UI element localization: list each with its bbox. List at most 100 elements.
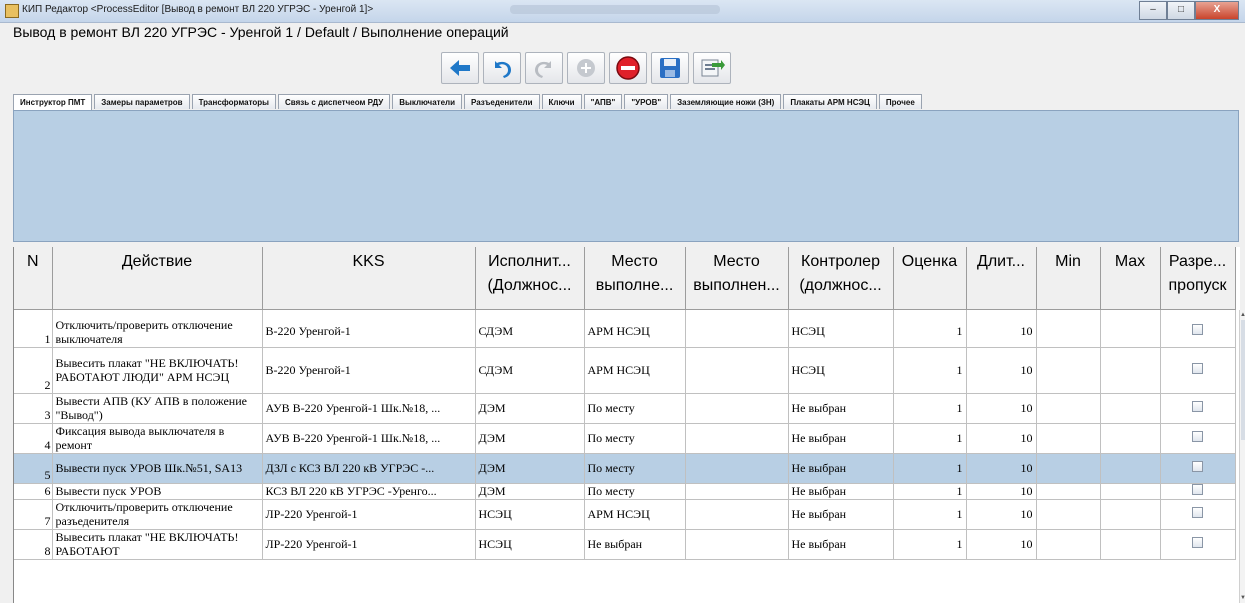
cell-score[interactable]: 1 bbox=[893, 499, 967, 530]
tab-keys[interactable]: Ключи bbox=[541, 94, 582, 109]
table-row[interactable]: 2 Вывесить плакат "НЕ ВКЛЮЧАТЬ! РАБОТАЮТ … bbox=[14, 347, 1236, 394]
column-header-min[interactable]: Min bbox=[1036, 247, 1101, 310]
table-row[interactable]: 7 Отключить/проверить отключение разъеден… bbox=[14, 499, 1236, 530]
tab-other[interactable]: Прочее bbox=[878, 94, 922, 109]
maximize-button[interactable]: □ bbox=[1167, 1, 1195, 20]
cell-kks[interactable]: В-220 Уренгой-1 bbox=[262, 347, 476, 394]
cell-action[interactable]: Фиксация вывода выключателя в ремонт bbox=[52, 423, 263, 454]
cell-place1[interactable]: По месту bbox=[584, 393, 686, 424]
cell-n[interactable]: 8 bbox=[14, 529, 53, 560]
allow-skip-checkbox[interactable] bbox=[1192, 460, 1203, 472]
cell-place1[interactable]: По месту bbox=[584, 423, 686, 454]
table-row[interactable]: 1 Отключить/проверить отключение выключат… bbox=[14, 317, 1236, 348]
column-header-kks[interactable]: KKS bbox=[262, 247, 476, 310]
tab-measurements[interactable]: Замеры параметров bbox=[94, 94, 190, 109]
cell-score[interactable]: 1 bbox=[893, 453, 967, 484]
cell-controller[interactable]: Не выбран bbox=[788, 483, 894, 500]
cell-min[interactable] bbox=[1036, 317, 1101, 348]
cell-kks[interactable]: ДЗЛ с КСЗ ВЛ 220 кВ УГРЭС -... bbox=[262, 453, 476, 484]
cell-controller[interactable]: НСЭЦ bbox=[788, 347, 894, 394]
cell-n[interactable]: 4 bbox=[14, 423, 53, 454]
cell-kks[interactable]: КСЗ ВЛ 220 кВ УГРЭС -Уренго... bbox=[262, 483, 476, 500]
cell-score[interactable]: 1 bbox=[893, 347, 967, 394]
cell-n[interactable]: 2 bbox=[14, 347, 53, 394]
redo-button[interactable] bbox=[525, 52, 563, 84]
cell-executor[interactable]: ДЭМ bbox=[475, 393, 585, 424]
table-row[interactable]: 8 Вывесить плакат "НЕ ВКЛЮЧАТЬ! РАБОТАЮТ Л… bbox=[14, 529, 1236, 560]
cell-action[interactable]: Вывесить плакат "НЕ ВКЛЮЧАТЬ! РАБОТАЮТ Л… bbox=[52, 347, 263, 394]
cell-kks[interactable]: АУВ В-220 Уренгой-1 Шк.№18, ... bbox=[262, 423, 476, 454]
cell-executor[interactable]: ДЭМ bbox=[475, 453, 585, 484]
cell-max[interactable] bbox=[1100, 483, 1161, 500]
cell-duration[interactable]: 10 bbox=[966, 499, 1037, 530]
minimize-button[interactable]: ‒ bbox=[1139, 1, 1167, 20]
stop-button[interactable] bbox=[609, 52, 647, 84]
save-button[interactable] bbox=[651, 52, 689, 84]
cell-n[interactable]: 5 bbox=[14, 453, 53, 484]
table-row[interactable]: 3 Вывести АПВ (КУ АПВ в положение "Вывод"… bbox=[14, 393, 1236, 424]
table-row[interactable]: 5 Вывести пуск УРОВ Шк.№51, SA13 ДЗЛ с КСЗ… bbox=[14, 453, 1236, 484]
cell-controller[interactable]: Не выбран bbox=[788, 499, 894, 530]
cell-max[interactable] bbox=[1100, 529, 1161, 560]
cell-action[interactable]: Отключить/проверить отключение разъедени… bbox=[52, 499, 263, 530]
scroll-down-icon[interactable]: ▼ bbox=[1240, 595, 1245, 601]
cell-n[interactable]: 6 bbox=[14, 483, 53, 500]
cell-duration[interactable]: 10 bbox=[966, 347, 1037, 394]
cell-place2[interactable] bbox=[685, 423, 789, 454]
cell-min[interactable] bbox=[1036, 393, 1101, 424]
allow-skip-checkbox[interactable] bbox=[1192, 362, 1203, 374]
cell-duration[interactable]: 10 bbox=[966, 393, 1037, 424]
cell-kks[interactable]: ЛР-220 Уренгой-1 bbox=[262, 529, 476, 560]
allow-skip-checkbox[interactable] bbox=[1192, 400, 1203, 412]
cell-place1[interactable]: АРМ НСЭЦ bbox=[584, 499, 686, 530]
cell-executor[interactable]: НСЭЦ bbox=[475, 529, 585, 560]
cell-n[interactable]: 7 bbox=[14, 499, 53, 530]
cell-duration[interactable]: 10 bbox=[966, 317, 1037, 348]
cell-place2[interactable] bbox=[685, 347, 789, 394]
cell-min[interactable] bbox=[1036, 347, 1101, 394]
column-header-place2[interactable]: Место выполнен... bbox=[685, 247, 789, 310]
cell-n[interactable]: 3 bbox=[14, 393, 53, 424]
add-button[interactable] bbox=[567, 52, 605, 84]
cell-duration[interactable]: 10 bbox=[966, 453, 1037, 484]
tab-transformers[interactable]: Трансформаторы bbox=[191, 94, 277, 109]
cell-place1[interactable]: Не выбран bbox=[584, 529, 686, 560]
cell-max[interactable] bbox=[1100, 499, 1161, 530]
scroll-thumb[interactable] bbox=[1241, 320, 1245, 440]
cell-place1[interactable]: По месту bbox=[584, 453, 686, 484]
close-button[interactable]: X bbox=[1195, 1, 1239, 20]
cell-score[interactable]: 1 bbox=[893, 529, 967, 560]
allow-skip-checkbox[interactable] bbox=[1192, 430, 1203, 442]
allow-skip-checkbox[interactable] bbox=[1192, 483, 1203, 495]
tab-grounding-switches[interactable]: Заземляющие ножи (ЗН) bbox=[670, 94, 782, 109]
cell-score[interactable]: 1 bbox=[893, 317, 967, 348]
cell-min[interactable] bbox=[1036, 483, 1101, 500]
cell-place2[interactable] bbox=[685, 483, 789, 500]
cell-action[interactable]: Вывесить плакат "НЕ ВКЛЮЧАТЬ! РАБОТАЮТ bbox=[52, 529, 263, 560]
cell-executor[interactable]: ДЭМ bbox=[475, 483, 585, 500]
cell-action[interactable]: Вывести пуск УРОВ Шк.№51, SA13 bbox=[52, 453, 263, 484]
cell-max[interactable] bbox=[1100, 453, 1161, 484]
back-button[interactable] bbox=[441, 52, 479, 84]
cell-kks[interactable]: В-220 Уренгой-1 bbox=[262, 317, 476, 348]
cell-place2[interactable] bbox=[685, 317, 789, 348]
cell-executor[interactable]: НСЭЦ bbox=[475, 499, 585, 530]
cell-place1[interactable]: АРМ НСЭЦ bbox=[584, 317, 686, 348]
cell-place1[interactable]: По месту bbox=[584, 483, 686, 500]
vertical-scrollbar[interactable]: ▲ ▼ bbox=[1239, 310, 1245, 603]
cell-action[interactable]: Вывести АПВ (КУ АПВ в положение "Вывод") bbox=[52, 393, 263, 424]
cell-min[interactable] bbox=[1036, 453, 1101, 484]
cell-duration[interactable]: 10 bbox=[966, 483, 1037, 500]
tab-disconnectors[interactable]: Разъеденители bbox=[464, 94, 540, 109]
cell-min[interactable] bbox=[1036, 423, 1101, 454]
column-header-executor[interactable]: Исполнит... (Должнос... bbox=[475, 247, 585, 310]
column-header-controller[interactable]: Контролер (должнос... bbox=[788, 247, 894, 310]
table-row[interactable]: 6 Вывести пуск УРОВ КСЗ ВЛ 220 кВ УГРЭС -У… bbox=[14, 483, 1236, 500]
cell-kks[interactable]: АУВ В-220 Уренгой-1 Шк.№18, ... bbox=[262, 393, 476, 424]
column-header-action[interactable]: Действие bbox=[52, 247, 263, 310]
tab-posters[interactable]: Плакаты АРМ НСЭЦ bbox=[783, 94, 877, 109]
undo-button[interactable] bbox=[483, 52, 521, 84]
cell-place2[interactable] bbox=[685, 499, 789, 530]
cell-min[interactable] bbox=[1036, 529, 1101, 560]
cell-max[interactable] bbox=[1100, 393, 1161, 424]
